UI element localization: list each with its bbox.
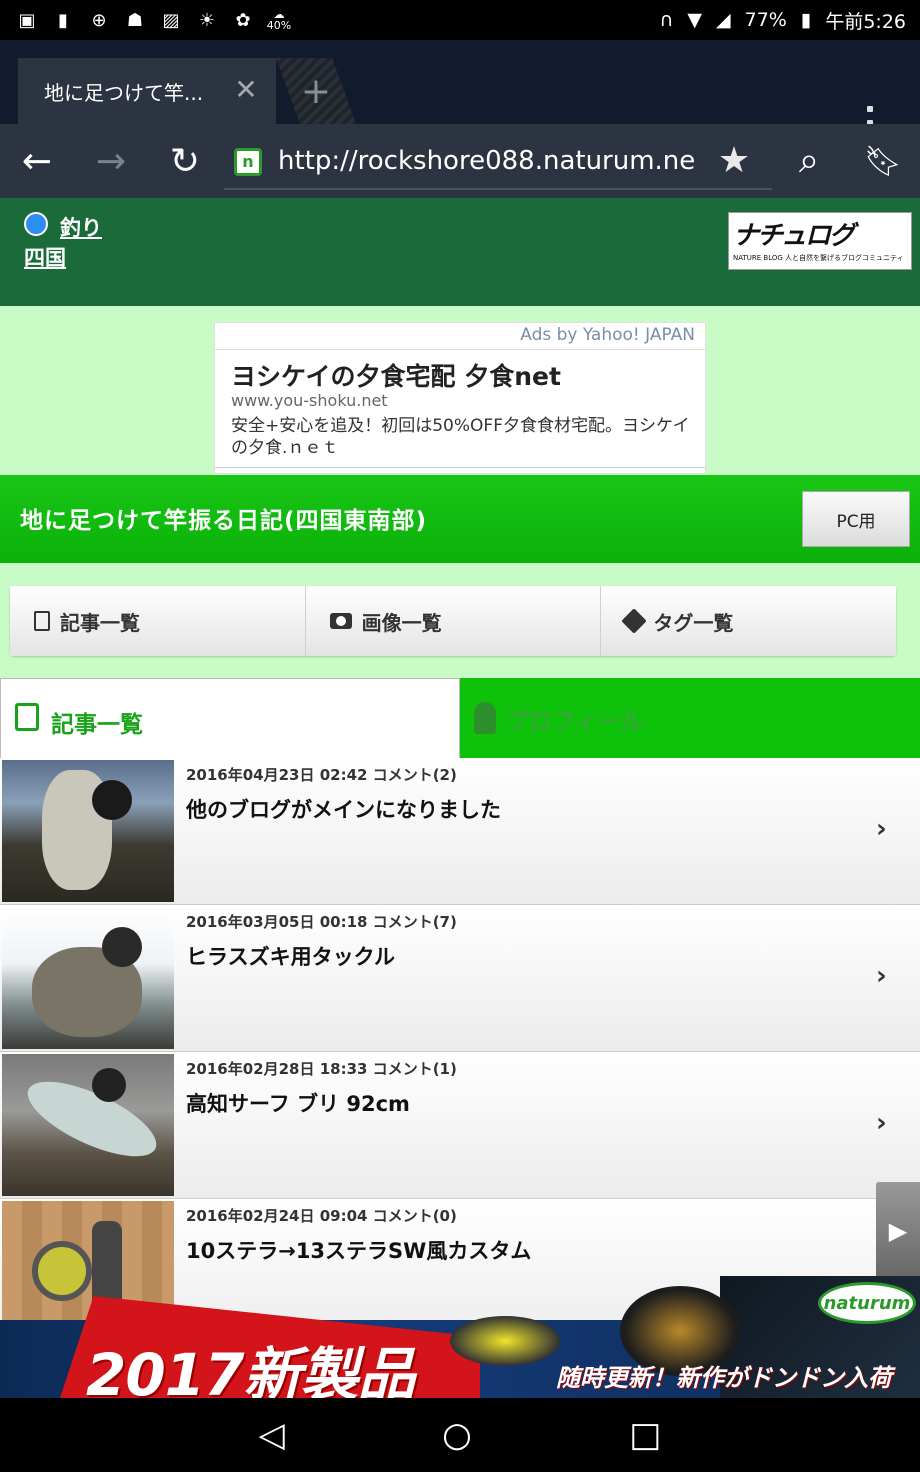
tab-strip: 地に足つけて竿... ✕ + <box>0 40 920 140</box>
recents-square-icon[interactable]: □ <box>629 1415 661 1455</box>
banner-ad[interactable]: 2017新製品 随時更新！新作がドンドン入荷中！ naturum <box>0 1276 920 1398</box>
list-item[interactable]: 2016年03月05日 00:18 コメント(7) ヒラスズキ用タックル › <box>0 905 920 1052</box>
post-meta: 2016年04月23日 02:42 コメント(2) <box>186 766 457 784</box>
reload-icon[interactable]: ↻ <box>160 136 210 186</box>
battery-charging-icon: ▮ <box>58 9 68 31</box>
android-icon: ☗ <box>126 9 144 31</box>
post-meta: 2016年03月05日 00:18 コメント(7) <box>186 913 457 931</box>
tab-articles-label: 記事一覧 <box>51 712 143 738</box>
tab-articles[interactable]: 記事一覧 <box>0 678 460 758</box>
blog-title[interactable]: 地に足つけて竿振る日記(四国東南部) <box>20 501 427 535</box>
chevron-right-icon: › <box>876 814 887 844</box>
side-expand-button[interactable]: ▶ <box>876 1182 920 1280</box>
ad-description: 安全+安心を追及！初回は50%OFF夕食食材宅配。ヨシケイの夕食.ｎｅｔ <box>231 416 690 458</box>
divider <box>215 349 705 350</box>
image-list-button[interactable]: 画像一覧 <box>305 586 602 656</box>
tab-title: 地に足つけて竿... <box>44 80 204 105</box>
post-thumbnail <box>2 760 174 902</box>
system-nav-bar: ◁ ○ □ <box>0 1398 920 1472</box>
notification-icon: ▣ <box>18 9 36 31</box>
post-thumbnail <box>2 907 174 1049</box>
headphones-icon: ∩ <box>659 9 674 31</box>
globe-icon: ⊕ <box>91 9 107 31</box>
post-title[interactable]: ヒラスズキ用タックル <box>186 941 395 971</box>
post-title[interactable]: 10ステラ→13ステラSW風カスタム <box>186 1235 531 1265</box>
document-icon <box>34 611 50 631</box>
bookmark-star-icon[interactable]: ★ <box>712 138 756 182</box>
image-icon: ▨ <box>162 9 180 31</box>
camera-icon <box>329 613 352 629</box>
brightness-icon: ☀ <box>198 9 216 31</box>
image-list-label: 画像一覧 <box>361 610 442 635</box>
category-link-shikoku[interactable]: 四国 <box>24 242 66 272</box>
list-item[interactable]: 2016年04月23日 02:42 コメント(2) 他のブログがメインになりまし… <box>0 758 920 905</box>
naturum-blog-logo[interactable]: ナチュログ NATURE BLOG 人と自然を繋げるブログコミュニティ <box>728 212 912 270</box>
new-tab-button[interactable]: + <box>276 58 356 124</box>
chevron-right-icon: › <box>876 961 887 991</box>
post-thumbnail <box>2 1054 174 1196</box>
forward-arrow-icon[interactable]: → <box>86 136 136 186</box>
search-icon[interactable]: ⌕ <box>784 136 834 186</box>
url-bar: ← → ↻ n http://rockshore088.naturum.ne.j… <box>0 124 920 198</box>
back-arrow-icon[interactable]: ← <box>12 136 62 186</box>
signal-icon: ◢ <box>716 9 731 31</box>
weather-percent: 40% <box>266 19 292 32</box>
tag-icon <box>621 608 648 634</box>
back-triangle-icon[interactable]: ◁ <box>259 1415 285 1455</box>
plus-icon: + <box>300 70 332 112</box>
logo-text: ナチュログ <box>733 221 855 251</box>
category-link-fishing[interactable]: 釣り <box>60 212 102 242</box>
url-text: http://rockshore088.naturum.ne.jp <box>278 146 698 176</box>
list-item[interactable]: 2016年02月28日 18:33 コメント(1) 高知サーフ ブリ 92cm … <box>0 1052 920 1199</box>
post-title[interactable]: 高知サーフ ブリ 92cm <box>186 1088 410 1118</box>
logo-tagline: NATURE BLOG 人と自然を繋げるブログコミュニティ <box>733 254 904 262</box>
weather-icon: ☁ 40% <box>266 8 292 32</box>
close-tab-icon[interactable]: ✕ <box>232 76 260 104</box>
site-header: 釣り 四国 ナチュログ NATURE BLOG 人と自然を繋げるブログコミュニテ… <box>0 198 920 306</box>
divider <box>215 467 705 468</box>
post-title[interactable]: 他のブログがメインになりました <box>186 794 501 824</box>
battery-icon: ▮ <box>800 9 812 31</box>
post-meta: 2016年02月28日 18:33 コメント(1) <box>186 1060 457 1078</box>
ad-provider[interactable]: Ads by Yahoo! JAPAN <box>520 325 695 345</box>
ad-title[interactable]: ヨシケイの夕食宅配 夕食net <box>231 357 561 393</box>
site-favicon-icon: n <box>234 148 262 176</box>
tab-profile-label: プロフィール <box>506 709 644 735</box>
tag-list-label: タグ一覧 <box>653 610 734 635</box>
fishing-category-icon <box>24 212 48 236</box>
url-field[interactable]: n http://rockshore088.naturum.ne.jp ★ <box>224 138 772 190</box>
lure-image <box>450 1316 560 1366</box>
ad-block[interactable]: Ads by Yahoo! JAPAN ヨシケイの夕食宅配 夕食net www.… <box>214 322 706 474</box>
post-meta: 2016年02月24日 09:04 コメント(0) <box>186 1207 457 1225</box>
article-list-button[interactable]: 記事一覧 <box>10 586 306 656</box>
status-bar: ▣ ▮ ⊕ ☗ ▨ ☀ ✿ ☁ 40% ∩ ▼ ◢ 77% ▮ 午前5:26 <box>0 0 920 40</box>
ad-url[interactable]: www.you-shoku.net <box>231 391 388 410</box>
blog-nav: 記事一覧 画像一覧 タグ一覧 <box>10 586 897 656</box>
play-arrow-icon: ▶ <box>888 1217 908 1245</box>
chevron-right-icon: › <box>876 1108 887 1138</box>
blog-title-bar: 地に足つけて竿振る日記(四国東南部) PC用 <box>0 475 920 563</box>
pc-view-button[interactable]: PC用 <box>802 491 910 547</box>
home-circle-icon[interactable]: ○ <box>442 1415 472 1455</box>
article-list-label: 記事一覧 <box>60 610 140 635</box>
wifi-icon: ▼ <box>687 9 702 31</box>
document-icon <box>15 703 39 731</box>
battery-percent: 77% <box>744 9 787 31</box>
settings-icon: ✿ <box>235 9 251 31</box>
person-icon <box>474 702 496 734</box>
bookmarks-icon[interactable]: 🔖︎ <box>858 136 908 186</box>
clock: 午前5:26 <box>825 10 906 33</box>
tab-profile[interactable]: プロフィール <box>460 678 920 758</box>
naturum-logo: naturum <box>818 1282 916 1324</box>
banner-headline: 2017新製品 <box>86 1341 415 1398</box>
tag-list-button[interactable]: タグ一覧 <box>601 586 897 656</box>
banner-subtext: 随時更新！新作がドンドン入荷中！ <box>556 1364 892 1392</box>
